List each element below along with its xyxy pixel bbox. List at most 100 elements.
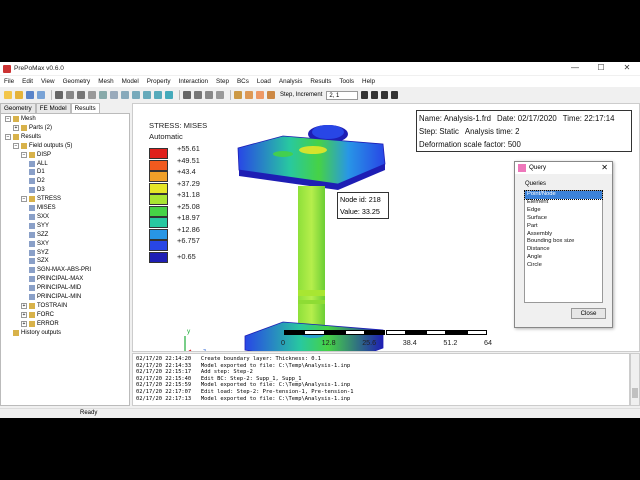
last-increment-icon[interactable] [391,91,399,99]
view-left-icon[interactable] [143,91,151,99]
view-top-icon[interactable] [121,91,129,99]
query-option[interactable]: Point/Node [524,190,603,200]
open-file-icon[interactable] [15,91,23,99]
rotate-icon[interactable] [77,91,85,99]
view-front-icon[interactable] [99,91,107,99]
maximize-button[interactable]: ☐ [588,62,614,75]
expand-icon[interactable]: + [21,320,27,327]
menu-results[interactable]: Results [306,78,335,85]
tree-item[interactable]: PRINCIPAL-MAX [29,275,83,283]
menu-step[interactable]: Step [212,78,233,85]
view-iso-icon[interactable] [165,91,173,99]
zoom-icon[interactable] [55,91,63,99]
tree-item[interactable]: + TOSTRAIN [21,302,67,310]
undeformed-icon[interactable] [234,91,242,99]
collapse-icon[interactable]: − [5,116,11,122]
query-close-icon[interactable]: ✕ [601,162,608,174]
tree-item[interactable]: SYY [29,222,49,230]
previous-increment-icon[interactable] [371,91,379,99]
pan-icon[interactable] [66,91,74,99]
tab-results[interactable]: Results [70,103,100,113]
edges-icon[interactable] [205,91,213,99]
tree-item[interactable]: D2 [29,177,45,185]
tree-item[interactable]: PRINCIPAL-MID [29,284,81,292]
tree-item[interactable]: + FORC [21,311,54,319]
menu-geometry[interactable]: Geometry [59,78,95,85]
tree-item[interactable]: SXY [29,240,49,248]
view-right-icon[interactable] [154,91,162,99]
tree-item[interactable]: − STRESS [21,195,61,203]
expand-icon[interactable]: + [13,124,19,131]
menu-load[interactable]: Load [253,78,275,85]
query-option[interactable]: Bounding box size [525,238,602,246]
query-option[interactable]: Surface [525,215,602,223]
query-option[interactable]: Angle [525,254,602,262]
tree-item[interactable]: − Field outputs (5) [13,142,72,150]
tab-geometry[interactable]: Geometry [0,103,36,113]
tree-item[interactable]: − DISP [21,151,51,159]
query-option[interactable]: Distance [525,246,602,254]
results-tree[interactable]: − Mesh + Parts (2) − Results − Field outputs (5… [0,113,130,406]
console-scrollbar[interactable] [630,353,640,406]
query-option[interactable]: Edge [525,207,602,215]
animate-icon[interactable] [267,91,275,99]
tree-item[interactable]: SGN-MAX-ABS-PRI [29,266,91,274]
menu-edit[interactable]: Edit [18,78,37,85]
close-button[interactable]: Close [571,308,606,319]
view-bottom-icon[interactable] [132,91,140,99]
tree-item[interactable]: MISES [29,204,56,212]
menu-tools[interactable]: Tools [335,78,358,85]
menu-property[interactable]: Property [143,78,175,85]
menu-mesh[interactable]: Mesh [94,78,117,85]
first-increment-icon[interactable] [361,91,369,99]
tree-item[interactable]: SXX [29,213,49,221]
shaded-icon[interactable] [194,91,202,99]
new-file-icon[interactable] [4,91,12,99]
menu-interaction[interactable]: Interaction [175,78,212,85]
tree-item[interactable]: + Parts (2) [13,124,52,132]
query-option[interactable]: Part [525,223,602,231]
tree-item[interactable]: − Results [5,133,41,141]
expand-icon[interactable]: + [21,311,27,318]
tree-item[interactable]: − Mesh [5,115,36,123]
tree-item[interactable]: D1 [29,168,45,176]
tree-item[interactable]: SZX [29,257,49,265]
wireframe-icon[interactable] [183,91,191,99]
section-view-icon[interactable] [216,91,224,99]
collapse-icon[interactable]: − [21,151,27,158]
view-back-icon[interactable] [110,91,118,99]
tree-item[interactable]: SYZ [29,249,49,257]
next-increment-icon[interactable] [381,91,389,99]
menu-model[interactable]: Model [118,78,143,85]
collapse-icon[interactable]: − [21,196,27,203]
tree-item[interactable]: + ERROR [21,320,59,328]
tree-item[interactable]: PRINCIPAL-MIN [29,293,81,301]
collapse-icon[interactable]: − [5,133,11,140]
queries-list[interactable]: Point/Node Element Edge Surface Part Assembly… [524,190,603,303]
menu-view[interactable]: View [37,78,59,85]
color-contours-icon[interactable] [256,91,264,99]
menu-analysis[interactable]: Analysis [275,78,306,85]
tree-item[interactable]: History outputs [13,329,61,337]
minimize-button[interactable]: — [562,62,588,75]
query-option[interactable]: Circle [525,262,602,270]
deformed-icon[interactable] [245,91,253,99]
menu-bcs[interactable]: BCs [233,78,253,85]
tree-item[interactable]: ALL [29,160,48,168]
collapse-icon[interactable]: − [13,142,19,149]
close-window-button[interactable]: ✕ [614,62,640,75]
menu-file[interactable]: File [0,78,18,85]
fit-view-icon[interactable] [88,91,96,99]
scrollbar-thumb[interactable] [632,388,638,398]
query-option[interactable]: Assembly [525,231,602,239]
export-icon[interactable] [37,91,45,99]
tree-item[interactable]: SZZ [29,231,48,239]
query-option[interactable]: Element [525,199,602,207]
output-console[interactable]: 02/17/20 22:14:20 Create boundary layer:… [132,353,630,406]
tab-fe-model[interactable]: FE Model [35,103,71,113]
save-icon[interactable] [26,91,34,99]
step-increment-select[interactable]: 2, 1 [326,90,359,100]
menu-help[interactable]: Help [358,78,379,85]
tree-item[interactable]: D3 [29,186,45,194]
expand-icon[interactable]: + [21,302,27,309]
